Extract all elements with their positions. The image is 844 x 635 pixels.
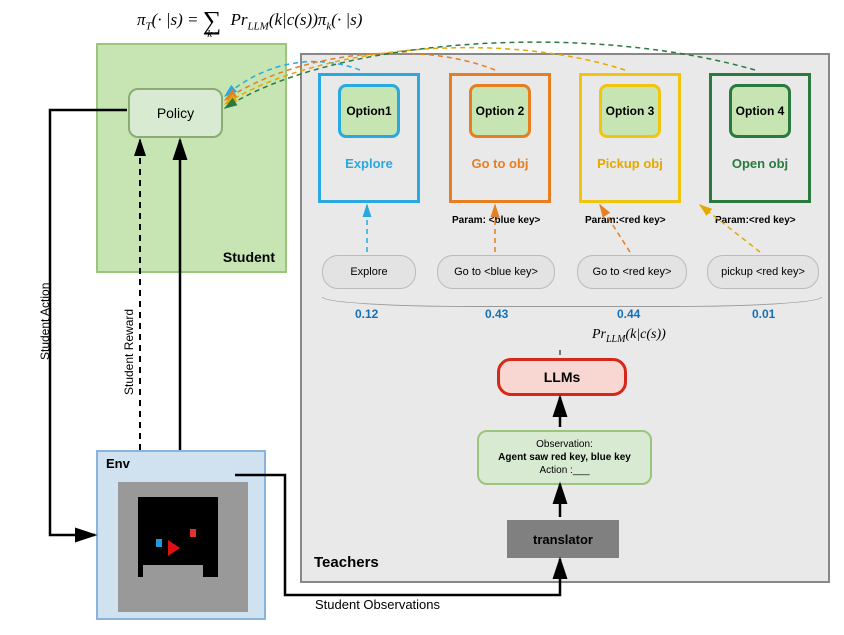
param-label-3: Param:<red key> <box>585 215 666 226</box>
prob-formula-label: PrLLM(k|c(s)) <box>592 327 666 345</box>
suggestion-bubble: Explore <box>322 255 416 289</box>
fog-overlay <box>143 565 203 600</box>
suggestion-bubble: pickup <red key> <box>707 255 819 289</box>
prob-value: 0.12 <box>355 307 378 321</box>
option-open: Option 4 Open obj <box>709 73 811 203</box>
llms-label: LLMs <box>544 369 581 385</box>
student-action-label: Student Action <box>38 283 52 360</box>
option-title: Option 3 <box>599 84 661 138</box>
env-box: Env <box>96 450 266 620</box>
student-reward-label: Student Reward <box>122 309 136 395</box>
student-box: Policy Student <box>96 43 287 273</box>
teachers-label: Teachers <box>314 554 379 571</box>
option-caption: Pickup obj <box>597 156 663 171</box>
obs-line1: Observation: <box>536 438 593 451</box>
obs-line2: Agent saw red key, blue key <box>498 451 631 464</box>
observation-box: Observation: Agent saw red key, blue key… <box>477 430 652 485</box>
suggestion-text: Go to <red key> <box>593 266 672 278</box>
option-pickup: Option 3 Pickup obj <box>579 73 681 203</box>
option-title: Option1 <box>338 84 400 138</box>
suggestion-text: pickup <red key> <box>721 266 805 278</box>
prob-bracket <box>322 297 822 307</box>
policy-label: Policy <box>157 105 194 121</box>
translator-box: translator <box>507 520 619 558</box>
obs-line3: Action :___ <box>539 464 589 477</box>
prob-value: 0.43 <box>485 307 508 321</box>
option-caption: Go to obj <box>471 156 528 171</box>
blue-key-icon <box>156 539 162 547</box>
option-title: Option 2 <box>469 84 531 138</box>
param-label-4: Param:<red key> <box>715 215 796 226</box>
option-goto: Option 2 Go to obj <box>449 73 551 203</box>
agent-icon <box>168 540 180 556</box>
suggestion-text: Go to <blue key> <box>454 266 538 278</box>
param-label-2: Param: <blue key> <box>452 215 540 226</box>
option-caption: Open obj <box>732 156 788 171</box>
llms-box: LLMs <box>497 358 627 396</box>
student-observations-label: Student Observations <box>315 597 440 612</box>
env-render <box>118 482 248 612</box>
env-grid <box>138 497 218 577</box>
prob-value: 0.01 <box>752 307 775 321</box>
option-title: Option 4 <box>729 84 791 138</box>
formula-equation: πT(· |s) = ∑k PrLLM(k|c(s))πk(· |s) <box>137 6 362 36</box>
option-explore: Option1 Explore <box>318 73 420 203</box>
suggestion-text: Explore <box>350 266 387 278</box>
option-caption: Explore <box>345 156 393 171</box>
suggestion-bubble: Go to <blue key> <box>437 255 555 289</box>
student-label: Student <box>223 249 275 265</box>
env-label: Env <box>106 456 130 471</box>
teachers-box: Teachers Option1 Explore Option 2 Go to … <box>300 53 830 583</box>
prob-value: 0.44 <box>617 307 640 321</box>
suggestion-bubble: Go to <red key> <box>577 255 687 289</box>
diagram-canvas: { "formula": "π_T(· | s) = Σ_k Pr_LLM(k … <box>0 0 844 635</box>
policy-box: Policy <box>128 88 223 138</box>
translator-label: translator <box>533 532 593 547</box>
red-key-icon <box>190 529 196 537</box>
